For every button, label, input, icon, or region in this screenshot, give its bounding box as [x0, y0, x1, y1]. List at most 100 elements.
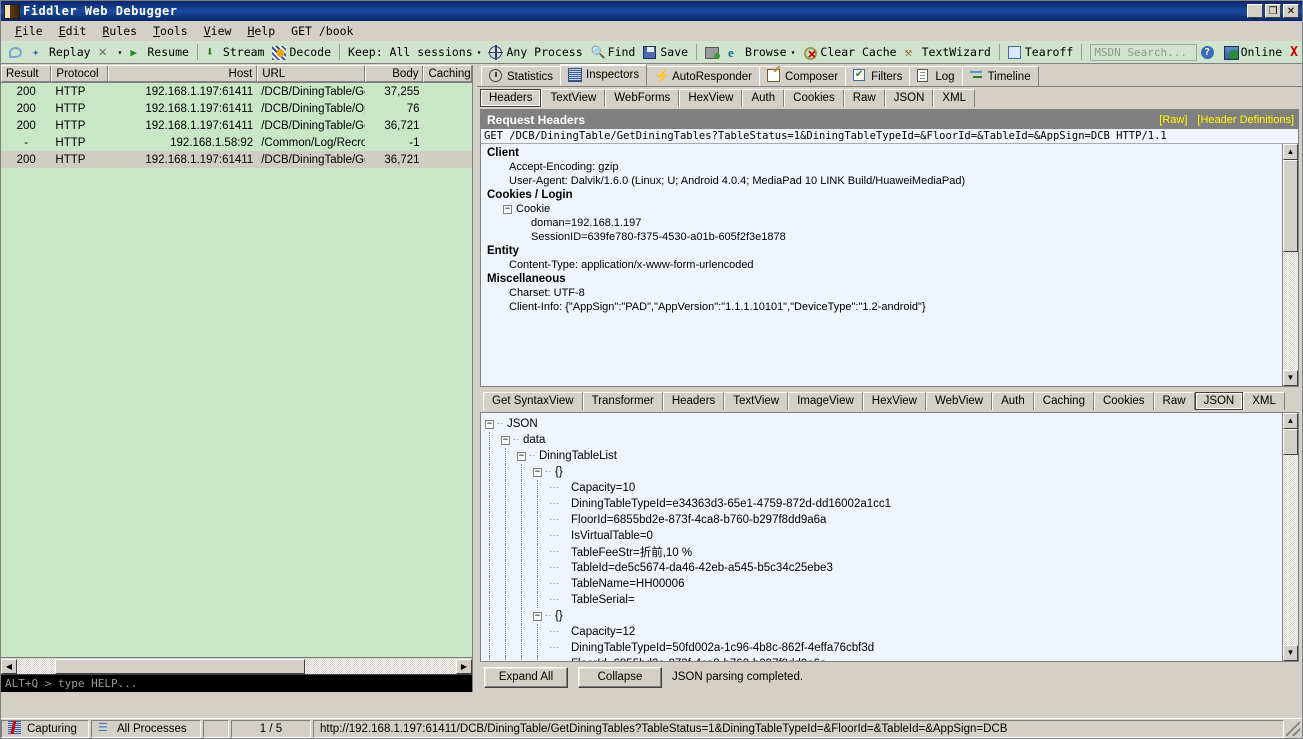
status-capturing[interactable]: Capturing [1, 720, 89, 738]
subtab-resp-hexview[interactable]: HexView [863, 392, 926, 410]
quickexec-input[interactable]: ALT+Q > type HELP... [1, 674, 472, 692]
help-button[interactable]: ? [1197, 42, 1220, 63]
menu-view[interactable]: View [196, 22, 240, 40]
sessions-hscrollbar[interactable]: ◀ ▶ [1, 657, 472, 674]
screenshot-button[interactable] [701, 42, 724, 63]
remove-button[interactable]: ✕ ▾ [95, 42, 127, 63]
cookie-tree-node[interactable]: − Cookie [487, 202, 1282, 216]
json-tree-row[interactable]: −··data [485, 432, 1282, 448]
tab-timeline[interactable]: Timeline [962, 66, 1039, 86]
request-line[interactable]: GET /DCB/DiningTable/GetDiningTables?Tab… [481, 129, 1298, 144]
subtab-resp-auth[interactable]: Auth [992, 392, 1034, 410]
decode-button[interactable]: Decode [268, 42, 335, 63]
column-host[interactable]: Host [108, 65, 258, 82]
json-tree-row[interactable]: ···DiningTableTypeId=50fd002a-1c96-4b8c-… [485, 640, 1282, 656]
expand-all-button[interactable]: Expand All [484, 667, 568, 688]
subtab-cookies[interactable]: Cookies [784, 89, 844, 107]
subtab-headers[interactable]: Headers [480, 89, 541, 107]
tree-collapse-icon[interactable]: − [501, 436, 510, 445]
table-row[interactable]: 200 HTTP 192.168.1.197:61411 /DCB/Dining… [1, 100, 472, 117]
msdn-search-input[interactable]: MSDN Search... [1090, 44, 1196, 61]
tree-collapse-icon[interactable]: − [533, 612, 542, 621]
json-tree-row[interactable]: −··JSON [485, 416, 1282, 432]
tab-autoresponder[interactable]: ⚡ AutoResponder [646, 66, 760, 86]
menu-help[interactable]: Help [239, 22, 283, 40]
column-caching[interactable]: Caching [423, 65, 472, 82]
subtab-webview[interactable]: WebView [926, 392, 992, 410]
collapse-icon[interactable]: − [503, 205, 512, 214]
json-tree-row[interactable]: −··{} [485, 608, 1282, 624]
json-tree-row[interactable]: ···IsVirtualTable=0 [485, 528, 1282, 544]
menu-get-book[interactable]: GET /book [283, 22, 361, 40]
json-tree-row[interactable]: ···TableId=de5c5674-da46-42eb-a545-b5c34… [485, 560, 1282, 576]
scroll-up-icon[interactable]: ▲ [1283, 144, 1298, 160]
hscroll-thumb[interactable] [55, 659, 305, 674]
column-body[interactable]: Body [365, 65, 423, 82]
table-row-selected[interactable]: 200 HTTP 192.168.1.197:61411 /DCB/Dining… [1, 151, 472, 168]
tree-collapse-icon[interactable]: − [485, 420, 494, 429]
json-scroll-up-icon[interactable]: ▲ [1283, 413, 1298, 429]
column-result[interactable]: Result [1, 65, 51, 82]
json-tree-row[interactable]: ···FloorId=6855bd2e-873f-4ca8-b760-b297f… [485, 656, 1282, 661]
resume-button[interactable]: ▶ Resume [126, 42, 193, 63]
json-vscroll-track[interactable] [1283, 429, 1298, 645]
stream-button[interactable]: ⬇ Stream [202, 42, 269, 63]
scroll-right-icon[interactable]: ▶ [456, 659, 472, 674]
comment-button[interactable] [5, 42, 28, 63]
column-url[interactable]: URL [257, 65, 365, 82]
any-process-button[interactable]: Any Process [485, 42, 586, 63]
tab-statistics[interactable]: Statistics [481, 66, 561, 86]
subtab-auth[interactable]: Auth [742, 89, 784, 107]
browse-button[interactable]: e Browse ▾ [724, 42, 799, 63]
json-tree-row[interactable]: −··{} [485, 464, 1282, 480]
tab-log[interactable]: Log [909, 66, 962, 86]
textwizard-button[interactable]: ⚒ TextWizard [901, 42, 995, 63]
resize-grip[interactable] [1286, 722, 1300, 736]
request-headers-vscrollbar[interactable]: ▲ ▼ [1282, 144, 1298, 386]
table-row[interactable]: 200 HTTP 192.168.1.197:61411 /DCB/Dining… [1, 117, 472, 134]
sessions-list[interactable]: 200 HTTP 192.168.1.197:61411 /DCB/Dining… [1, 83, 472, 657]
subtab-imageview[interactable]: ImageView [788, 392, 863, 410]
json-vscrollbar[interactable]: ▲ ▼ [1282, 413, 1298, 661]
subtab-resp-cookies[interactable]: Cookies [1094, 392, 1154, 410]
subtab-resp-xml[interactable]: XML [1243, 392, 1285, 410]
subtab-caching[interactable]: Caching [1034, 392, 1094, 410]
json-vscroll-thumb[interactable] [1283, 429, 1298, 455]
tearoff-button[interactable]: Tearoff [1004, 42, 1077, 63]
json-tree-row[interactable]: ···Capacity=10 [485, 480, 1282, 496]
replay-button[interactable]: ✦ Replay [28, 42, 95, 63]
find-button[interactable]: 🔍 Find [587, 42, 640, 63]
tab-composer[interactable]: Composer [759, 66, 846, 86]
json-tree-row[interactable]: ···DiningTableTypeId=e34363d3-65e1-4759-… [485, 496, 1282, 512]
subtab-transformer[interactable]: Transformer [583, 392, 663, 410]
column-protocol[interactable]: Protocol [51, 65, 107, 82]
json-scroll-down-icon[interactable]: ▼ [1283, 645, 1298, 661]
scroll-down-icon[interactable]: ▼ [1283, 370, 1298, 386]
tree-collapse-icon[interactable]: − [533, 468, 542, 477]
subtab-resp-textview[interactable]: TextView [724, 392, 788, 410]
json-tree-row[interactable]: ···TableFeeStr=折前,10 % [485, 544, 1282, 560]
req-vscroll-thumb[interactable] [1283, 160, 1298, 252]
json-tree-row[interactable]: ···TableSerial= [485, 592, 1282, 608]
request-headers-list[interactable]: Client Accept-Encoding: gzip User-Agent:… [481, 144, 1282, 386]
menu-tools[interactable]: Tools [145, 22, 196, 40]
subtab-raw[interactable]: Raw [844, 89, 885, 107]
tab-filters[interactable]: ✔ Filters [845, 66, 910, 86]
json-tree[interactable]: −··JSON−··data−··DiningTableList−··{}···… [481, 413, 1282, 661]
subtab-xml[interactable]: XML [933, 89, 975, 107]
json-tree-row[interactable]: ···Capacity=12 [485, 624, 1282, 640]
minimize-button[interactable]: _ [1247, 4, 1263, 18]
clear-cache-button[interactable]: Clear Cache [799, 42, 900, 63]
raw-link[interactable]: [Raw] [1159, 114, 1187, 126]
subtab-get-syntaxview[interactable]: Get SyntaxView [483, 392, 583, 410]
table-row[interactable]: 200 HTTP 192.168.1.197:61411 /DCB/Dining… [1, 83, 472, 100]
menu-rules[interactable]: Rules [94, 22, 145, 40]
hscroll-track[interactable] [17, 659, 456, 674]
header-definitions-link[interactable]: [Header Definitions] [1197, 114, 1294, 126]
json-tree-row[interactable]: −··DiningTableList [485, 448, 1282, 464]
close-button[interactable]: ✕ [1283, 4, 1299, 18]
subtab-webforms[interactable]: WebForms [605, 89, 679, 107]
menu-edit[interactable]: Edit [51, 22, 95, 40]
chevron-down-icon[interactable]: ▾ [118, 48, 123, 57]
tab-inspectors[interactable]: Inspectors [560, 64, 647, 86]
